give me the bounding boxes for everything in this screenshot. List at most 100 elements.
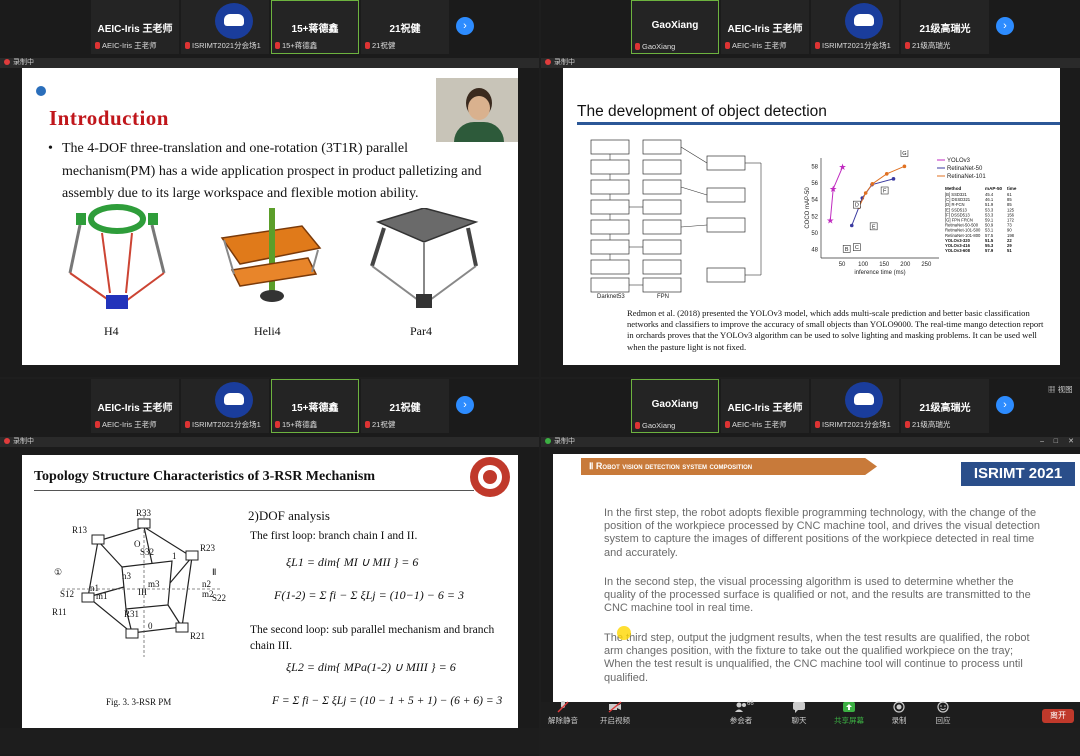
university-seal-icon xyxy=(470,457,510,497)
svg-text:0: 0 xyxy=(148,621,153,631)
robot-label-heli4: Heli4 xyxy=(254,324,281,338)
laser-pointer xyxy=(617,626,631,640)
participant-tile[interactable]: AEIC-Iris 王老师 AEIC-Iris 王老师 xyxy=(91,0,179,54)
svg-text:R33: R33 xyxy=(136,508,152,518)
participant-label: AEIC-Iris 王老师 xyxy=(732,420,787,429)
participant-name: AEIC-Iris 王老师 xyxy=(727,24,803,35)
series-point xyxy=(849,223,854,228)
svg-text:m1: m1 xyxy=(96,591,108,601)
participant-tile[interactable]: 21祝健 21祝健 xyxy=(361,379,449,433)
record-dot-icon xyxy=(4,438,10,444)
participant-tile[interactable]: ISRIMT2021分会场1 xyxy=(181,0,269,54)
svg-text:R11: R11 xyxy=(52,607,67,617)
participants-button[interactable]: 参会者 66 xyxy=(719,701,763,726)
series-point xyxy=(884,172,889,176)
video-off-icon xyxy=(608,701,622,713)
record-button[interactable]: 录制 xyxy=(877,701,921,726)
series-point xyxy=(870,182,875,186)
logo-icon xyxy=(36,86,46,96)
muted-mic-icon xyxy=(365,421,370,428)
y-tick-label: 58 xyxy=(811,164,818,170)
series-point: ★ xyxy=(829,184,837,194)
svg-text:R23: R23 xyxy=(200,543,216,553)
participant-tile-active[interactable]: 15+蒋德鑫 15+蒋德鑫 xyxy=(271,379,359,433)
table-cell: 51 xyxy=(1007,248,1012,253)
svg-text:S32: S32 xyxy=(140,547,154,557)
chat-button[interactable]: 聊天 xyxy=(777,701,821,726)
muted-mic-icon xyxy=(185,42,190,49)
shared-slide: Topology Structure Characteristics of 3-… xyxy=(22,455,518,739)
close-icon[interactable]: ✕ xyxy=(1068,437,1074,447)
legend-label: YOLOv3 xyxy=(947,158,971,164)
unmute-button[interactable]: 解除静音 xyxy=(541,701,585,726)
table-cell: YOLOv3-608 xyxy=(945,248,971,253)
series-point xyxy=(863,191,868,195)
maximize-icon[interactable]: □ xyxy=(1054,437,1058,447)
recording-bar: 录制中 xyxy=(0,437,539,447)
recording-label: 录制中 xyxy=(13,438,34,445)
svg-text:Ⅱ: Ⅱ xyxy=(212,567,216,577)
participant-tile[interactable]: 21级高瑞光 21级高瑞光 xyxy=(901,379,989,433)
start-video-button[interactable]: 开启视频 xyxy=(593,701,637,726)
participant-tile[interactable]: ISRIMT2021分会场1 xyxy=(811,0,899,54)
leave-button[interactable]: 离开 xyxy=(1042,709,1074,723)
view-button[interactable]: ▦ 视图 xyxy=(1048,384,1073,395)
participant-tile-active[interactable]: 15+蒋德鑫 15+蒋德鑫 xyxy=(271,0,359,54)
muted-mic-icon xyxy=(635,43,640,50)
point-label: B xyxy=(845,247,849,253)
muted-mic-icon xyxy=(95,421,100,428)
participant-tile-active[interactable]: GaoXiang GaoXiang xyxy=(631,0,719,54)
record-dot-icon xyxy=(545,59,551,65)
svg-text:①: ① xyxy=(54,567,62,577)
title-rule xyxy=(34,490,474,491)
share-screen-button[interactable]: 共享屏幕 xyxy=(827,701,871,726)
next-page-button[interactable]: › xyxy=(996,396,1014,414)
participant-label: AEIC-Iris 王老师 xyxy=(102,41,157,50)
heli4-robot-image xyxy=(220,208,322,302)
title-underline xyxy=(577,122,1060,125)
participant-tile[interactable]: 21级高瑞光 21级高瑞光 xyxy=(901,0,989,54)
participant-tile[interactable]: ISRIMT2021分会场1 xyxy=(811,379,899,433)
video-panel-top-right: GaoXiang GaoXiang AEIC-Iris 王老师 AEIC-Iri… xyxy=(541,0,1080,377)
participant-label: GaoXiang xyxy=(642,421,676,430)
avatar xyxy=(845,382,883,418)
participant-tile[interactable]: ISRIMT2021分会场1 xyxy=(181,379,269,433)
fpn-label: FPN xyxy=(657,294,669,300)
participant-name: GaoXiang xyxy=(651,399,699,410)
next-page-button[interactable]: › xyxy=(456,17,474,35)
participant-strip: GaoXiang GaoXiang AEIC-Iris 王老师 AEIC-Iri… xyxy=(541,379,1080,437)
next-page-button[interactable]: › xyxy=(456,396,474,414)
robot-label-h4: H4 xyxy=(104,324,119,338)
equation-xi-l1: ξL1 = dim{ MI ∪ MII } = 6 xyxy=(286,555,419,569)
speaker-webcam xyxy=(436,78,518,142)
svg-text:R21: R21 xyxy=(190,631,205,641)
avatar xyxy=(215,3,253,39)
participant-label: ISRIMT2021分会场1 xyxy=(192,420,261,429)
reactions-button[interactable]: 回应 xyxy=(921,701,965,726)
participant-name: AEIC-Iris 王老师 xyxy=(97,24,173,35)
participant-tile[interactable]: AEIC-Iris 王老师 AEIC-Iris 王老师 xyxy=(721,379,809,433)
next-page-button[interactable]: › xyxy=(996,17,1014,35)
x-tick-label: 250 xyxy=(921,262,932,268)
svg-text:n3: n3 xyxy=(122,571,132,581)
muted-mic-icon xyxy=(185,421,190,428)
par4-robot-image xyxy=(370,208,479,308)
slide-title: Topology Structure Characteristics of 3-… xyxy=(34,469,376,484)
muted-mic-icon xyxy=(905,42,910,49)
muted-mic-icon xyxy=(905,421,910,428)
svg-text:m3: m3 xyxy=(148,579,160,589)
participant-tile-active[interactable]: GaoXiang GaoXiang xyxy=(631,379,719,433)
table-header-cell: time xyxy=(1007,186,1017,191)
y-axis-label: COCO mAP-50 xyxy=(805,187,811,229)
participant-name: AEIC-Iris 王老师 xyxy=(727,403,803,414)
muted-mic-icon xyxy=(815,42,820,49)
participant-tile[interactable]: 21祝健 21祝健 xyxy=(361,0,449,54)
record-icon xyxy=(893,701,905,713)
table-header-cell: mAP-50 xyxy=(985,186,1003,191)
table-cell: 57.9 xyxy=(985,248,994,253)
participant-label: 15+蒋德鑫 xyxy=(282,420,318,429)
minimize-icon[interactable]: – xyxy=(1040,437,1044,447)
participant-tile[interactable]: AEIC-Iris 王老师 AEIC-Iris 王老师 xyxy=(721,0,809,54)
participant-label: 21祝健 xyxy=(372,420,396,429)
participant-tile[interactable]: AEIC-Iris 王老师 AEIC-Iris 王老师 xyxy=(91,379,179,433)
